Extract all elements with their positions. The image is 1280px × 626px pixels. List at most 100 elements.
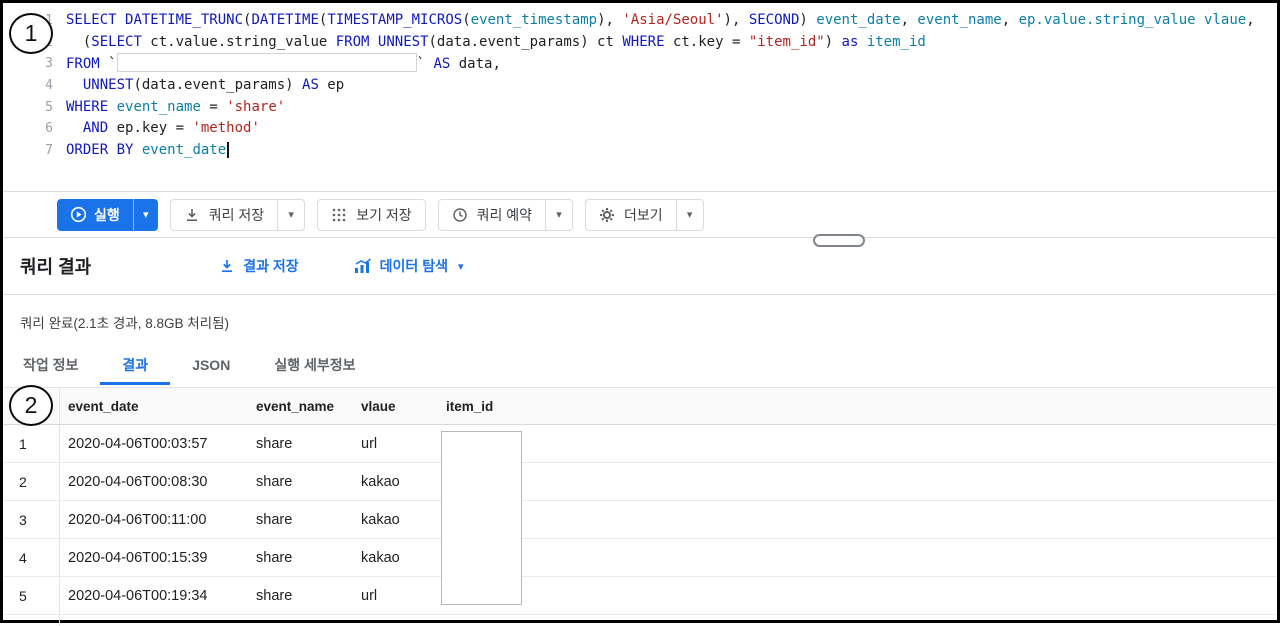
query-status: 쿼리 완료(2.1초 경과, 8.8GB 처리됨) (20, 316, 229, 331)
cell-vlaue: kakao (361, 549, 400, 566)
row-number: 1 (3, 425, 60, 462)
save-query-label: 쿼리 저장 (208, 206, 265, 223)
more-dropdown[interactable]: ▾ (675, 199, 703, 230)
code-line: 1 SELECT DATETIME_TRUNC(DATETIME(TIMESTAM… (3, 10, 1277, 32)
sql-token: , (1246, 12, 1255, 28)
cell-vlaue: url (361, 587, 378, 604)
sql-token: event_date (141, 142, 227, 159)
bigquery-console: { "annotations": { "step1": "1", "step2"… (0, 0, 1280, 626)
schedule-query-label: 쿼리 예약 (476, 206, 533, 223)
sql-token: FROM (66, 56, 100, 73)
sql-token: item_id (866, 33, 926, 50)
download-icon (219, 258, 235, 274)
sql-token: ep.value.string_value (1018, 12, 1196, 28)
cell-vlaue: kakao (361, 473, 400, 490)
code-line: 3 FROM ` ` AS data, (3, 53, 1277, 75)
row-number: 5 (3, 577, 60, 614)
run-button[interactable]: 실행 (57, 199, 133, 231)
chevron-down-icon: ▾ (288, 209, 294, 221)
sql-token: 'method' (192, 120, 260, 137)
code-text: FROM ` ` AS data, (53, 53, 501, 75)
query-toolbar: 실행 ▾ 쿼리 저장 ▾ 보기 저장 쿼리 예약 ▾ 더보기 ▾ (3, 192, 1277, 238)
sql-token: TIMESTAMP_MICROS (327, 12, 463, 28)
cell-event_date: 2020-04-06T00:08:30 (68, 473, 208, 490)
annotation-circle-2: 2 (9, 385, 53, 426)
save-view-button-group: 보기 저장 (317, 198, 426, 231)
code-text: (SELECT ct.value.string_value FROM UNNES… (53, 32, 926, 54)
explore-data-button[interactable]: 데이터 탐색 ▾ (354, 256, 464, 276)
cell-vlaue: url (361, 435, 378, 452)
more-button-group: 더보기 ▾ (585, 198, 704, 231)
sql-editor[interactable]: 1 SELECT DATETIME_TRUNC(DATETIME(TIMESTAM… (3, 3, 1277, 192)
download-icon (184, 207, 200, 223)
sql-token: data, (450, 56, 501, 73)
redacted-table-name (116, 53, 417, 73)
table-row: 3 2020-04-06T00:11:00 share kakao (3, 501, 1277, 539)
explore-data-label: 데이터 탐색 (379, 258, 448, 274)
sql-token: "item_id" (748, 33, 825, 50)
annotation-number: 2 (24, 392, 38, 418)
table-body: 1 2020-04-06T00:03:57 share url 2 2020-04-06T… (3, 425, 1277, 626)
sql-token: ` (416, 56, 434, 73)
table-row-partial (3, 615, 1277, 626)
sql-token: vlaue (1204, 12, 1247, 28)
tab-execution-details[interactable]: 실행 세부정보 (252, 349, 377, 385)
run-dropdown[interactable]: ▾ (132, 198, 158, 231)
save-query-button[interactable]: 쿼리 저장 (171, 200, 277, 230)
sql-token: ep.key = (108, 120, 193, 137)
schedule-query-button[interactable]: 쿼리 예약 (439, 200, 545, 230)
sql-token: WHERE (622, 33, 665, 50)
tab-results[interactable]: 결과 (100, 349, 171, 385)
play-icon (70, 206, 87, 223)
results-table: event_date event_name vlaue item_id 1 2020-0… (3, 387, 1277, 626)
sql-token: (data.event_params) (133, 77, 303, 94)
cell-event_name: share (256, 511, 293, 528)
sql-token: ct.key = (664, 33, 749, 50)
sql-token: AS (302, 77, 319, 94)
sql-token: UNNEST (377, 33, 429, 50)
cell-event_name: share (256, 473, 293, 490)
panel-resize-handle[interactable] (813, 234, 865, 247)
sql-token: = (200, 98, 227, 115)
sql-token: FROM (335, 33, 370, 50)
save-results-label: 결과 저장 (243, 258, 299, 274)
cell-event_date: 2020-04-06T00:15:39 (68, 549, 208, 566)
grid-dots-icon (331, 207, 347, 223)
clock-icon (452, 207, 468, 223)
table-row: 1 2020-04-06T00:03:57 share url (3, 425, 1277, 463)
schedule-query-dropdown[interactable]: ▾ (545, 199, 572, 230)
results-title: 쿼리 결과 (20, 257, 92, 277)
sql-token: ) (824, 33, 842, 50)
save-results-button[interactable]: 결과 저장 (219, 256, 299, 276)
tab-job-info[interactable]: 작업 정보 (20, 349, 100, 385)
save-view-button[interactable]: 보기 저장 (318, 200, 424, 230)
save-query-dropdown[interactable]: ▾ (277, 199, 304, 230)
row-number: 4 (3, 539, 60, 576)
cell-event_name: share (256, 549, 293, 566)
row-number: 2 (3, 463, 60, 500)
row-number: 3 (3, 501, 60, 538)
chart-icon (354, 258, 372, 274)
column-header-event_date: event_date (68, 398, 139, 414)
run-button-label: 실행 (94, 206, 120, 223)
code-line: 5 WHERE event_name = 'share' (3, 97, 1277, 119)
code-text: SELECT DATETIME_TRUNC(DATETIME(TIMESTAMP… (53, 10, 1255, 32)
line-number: 3 (45, 56, 53, 72)
more-button[interactable]: 더보기 (586, 200, 676, 230)
tab-json[interactable]: JSON (170, 349, 252, 385)
redacted-item-id-values (441, 431, 522, 605)
cell-event_date: 2020-04-06T00:03:57 (68, 435, 208, 452)
table-header: event_date event_name vlaue item_id (3, 387, 1277, 425)
gear-icon (599, 207, 615, 223)
sql-token: as (841, 33, 859, 50)
schedule-query-button-group: 쿼리 예약 ▾ (437, 198, 574, 231)
sql-token: ct.value.string_value (141, 33, 336, 50)
column-header-event_name: event_name (256, 398, 335, 414)
table-row: 2 2020-04-06T00:08:30 share kakao (3, 463, 1277, 501)
sql-token: ) (799, 12, 817, 28)
column-header-item_id: item_id (446, 398, 494, 414)
